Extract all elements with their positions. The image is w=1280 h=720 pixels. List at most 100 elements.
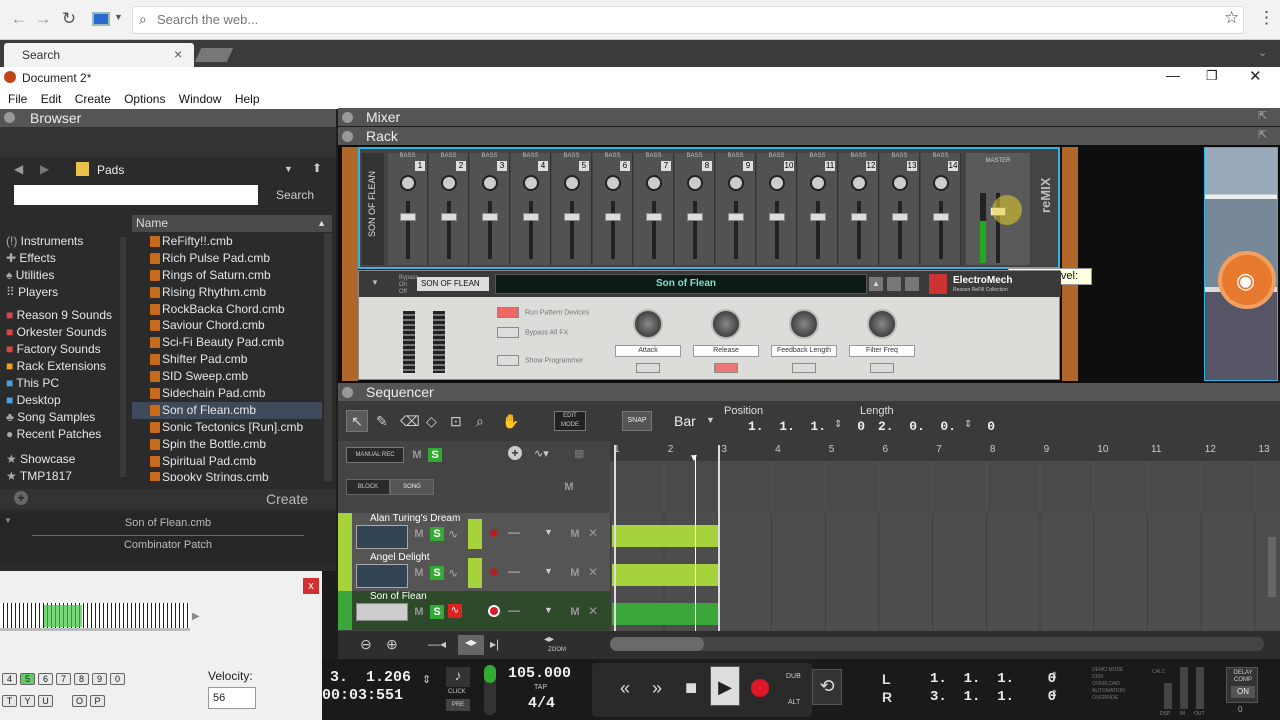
- chevron-down-icon[interactable]: ▼: [114, 12, 123, 22]
- clip[interactable]: [612, 564, 719, 586]
- channel-fader[interactable]: [898, 201, 902, 259]
- knob-button[interactable]: [792, 363, 816, 373]
- fader-cap[interactable]: [728, 213, 744, 221]
- razor-tool-icon[interactable]: ◇: [426, 413, 437, 430]
- location-rack-ext[interactable]: ■ Rack Extensions: [6, 358, 126, 375]
- channel-fader[interactable]: [939, 201, 943, 259]
- automation-icon[interactable]: ∿: [448, 604, 462, 618]
- channel-fader[interactable]: [734, 201, 738, 259]
- solo-button[interactable]: S: [428, 448, 442, 462]
- vertical-scrollbar[interactable]: [1268, 537, 1276, 597]
- piano-keys[interactable]: [0, 603, 190, 631]
- delay-comp-button[interactable]: DELAY COMP ON: [1226, 667, 1258, 703]
- pan-knob[interactable]: [646, 175, 662, 191]
- magnify-tool-icon[interactable]: ⌕: [476, 413, 484, 430]
- plus-icon[interactable]: +: [14, 491, 28, 505]
- browser-search-field[interactable]: [14, 185, 258, 205]
- knob-button[interactable]: [714, 363, 738, 373]
- hand-tool-icon[interactable]: ✋: [502, 413, 519, 430]
- patch-save-icon[interactable]: [905, 277, 919, 291]
- mute-lane-button[interactable]: M: [568, 527, 582, 541]
- channel-fader[interactable]: [775, 201, 779, 259]
- pan-knob[interactable]: [400, 175, 416, 191]
- length-value[interactable]: 2. 0. 0. 0: [878, 419, 995, 434]
- pan-knob[interactable]: [810, 175, 826, 191]
- grid-icon[interactable]: ▦: [574, 447, 584, 460]
- fader-cap[interactable]: [441, 213, 457, 221]
- back-icon[interactable]: ◀: [14, 162, 23, 176]
- zoom-in-icon[interactable]: ⊕: [386, 636, 398, 653]
- list-item[interactable]: Spin the Bottle.cmb: [132, 436, 322, 453]
- show-programmer-button[interactable]: Show Programmer: [525, 357, 583, 364]
- collapse-icon[interactable]: [342, 112, 353, 123]
- fader-cap[interactable]: [482, 213, 498, 221]
- fader-cap[interactable]: [564, 213, 580, 221]
- rotary-knob[interactable]: Feedback Length: [769, 309, 839, 375]
- mute-all-button[interactable]: M: [562, 480, 576, 494]
- stepper-icon[interactable]: ⇕: [964, 419, 972, 430]
- fast-forward-button[interactable]: »: [642, 672, 672, 704]
- forward-icon[interactable]: ▶: [40, 162, 49, 176]
- collapse-icon[interactable]: [342, 387, 353, 398]
- mute-lane-button[interactable]: M: [568, 566, 582, 580]
- location-effects[interactable]: ✚ Effects: [6, 250, 126, 267]
- song-position-time[interactable]: 00:03:551: [322, 687, 403, 704]
- location-this-pc[interactable]: ■ This PC: [6, 375, 126, 392]
- time-signature[interactable]: 4/4: [528, 695, 555, 712]
- knob-button[interactable]: [636, 363, 660, 373]
- list-item-selected[interactable]: Son of Flean.cmb: [132, 401, 322, 419]
- pre-count-button[interactable]: PRE: [446, 699, 470, 711]
- close-button[interactable]: x: [303, 578, 319, 594]
- add-track-icon[interactable]: +: [508, 446, 522, 460]
- track-row-selected[interactable]: Son of Flean M S ∿ — ▼ M ✕: [338, 591, 610, 630]
- rotary-knob[interactable]: Release: [691, 309, 761, 375]
- tab-list-icon[interactable]: ⌄: [1258, 46, 1267, 59]
- record-arm-icon[interactable]: [488, 605, 500, 617]
- stepper-icon[interactable]: ⇕: [834, 419, 842, 430]
- run-pattern-button[interactable]: Run Pattern Devices: [525, 309, 589, 316]
- lane-icon[interactable]: —: [508, 603, 520, 617]
- pan-knob[interactable]: [564, 175, 580, 191]
- location-orkester[interactable]: ■ Orkester Sounds: [6, 324, 126, 341]
- channel-fader[interactable]: [570, 201, 574, 259]
- locations-scrollbar[interactable]: [120, 237, 126, 477]
- list-item[interactable]: Rising Rhythm.cmb: [132, 284, 322, 301]
- play-button[interactable]: ▶: [710, 666, 740, 706]
- patch-load-icon[interactable]: [887, 277, 901, 291]
- pan-knob[interactable]: [933, 175, 949, 191]
- menu-file[interactable]: File: [8, 89, 27, 109]
- velocity-field[interactable]: 56: [208, 687, 256, 709]
- manual-rec-button[interactable]: MANUAL REC: [346, 447, 404, 463]
- chevron-down-icon[interactable]: ▼: [544, 527, 553, 537]
- forward-icon[interactable]: →: [32, 8, 54, 30]
- camera-icon[interactable]: ◉: [1218, 251, 1276, 309]
- mod-wheel[interactable]: [433, 311, 445, 373]
- rewind-button[interactable]: «: [610, 672, 640, 704]
- kebab-menu-icon[interactable]: ⋮: [1258, 8, 1275, 28]
- chevron-down-icon[interactable]: ▼: [544, 566, 553, 576]
- fader-cap[interactable]: [933, 213, 949, 221]
- scroll-thumb[interactable]: [610, 637, 704, 651]
- menu-options[interactable]: Options: [124, 89, 165, 109]
- channel-fader[interactable]: [447, 201, 451, 259]
- zoom-out-icon[interactable]: ⊖: [360, 636, 372, 653]
- restore-icon[interactable]: ❐: [1206, 68, 1218, 84]
- close-icon[interactable]: ✕: [588, 565, 598, 579]
- minimize-icon[interactable]: —: [1166, 67, 1180, 83]
- channel-fader[interactable]: [529, 201, 533, 259]
- arrow-tool-icon[interactable]: ↖: [346, 410, 368, 432]
- search-button[interactable]: Search: [276, 188, 314, 202]
- create-button[interactable]: Create: [266, 491, 308, 507]
- location-desktop[interactable]: ■ Desktop: [6, 392, 126, 409]
- collapse-icon[interactable]: [342, 131, 353, 142]
- fold-icon[interactable]: ▼: [371, 278, 379, 287]
- file-scrollbar[interactable]: [324, 233, 332, 481]
- mute-button[interactable]: M: [412, 566, 426, 580]
- channel-fader[interactable]: [406, 201, 410, 259]
- pitch-wheel[interactable]: [403, 311, 415, 373]
- track-row[interactable]: Angel Delight M S ∿ — ▼ M ✕: [338, 552, 610, 591]
- edit-mode-button[interactable]: EDIT MODE: [554, 411, 586, 431]
- stepper-icon[interactable]: ⇕: [1050, 689, 1058, 700]
- left-locator[interactable]: [614, 445, 616, 631]
- pan-knob[interactable]: [769, 175, 785, 191]
